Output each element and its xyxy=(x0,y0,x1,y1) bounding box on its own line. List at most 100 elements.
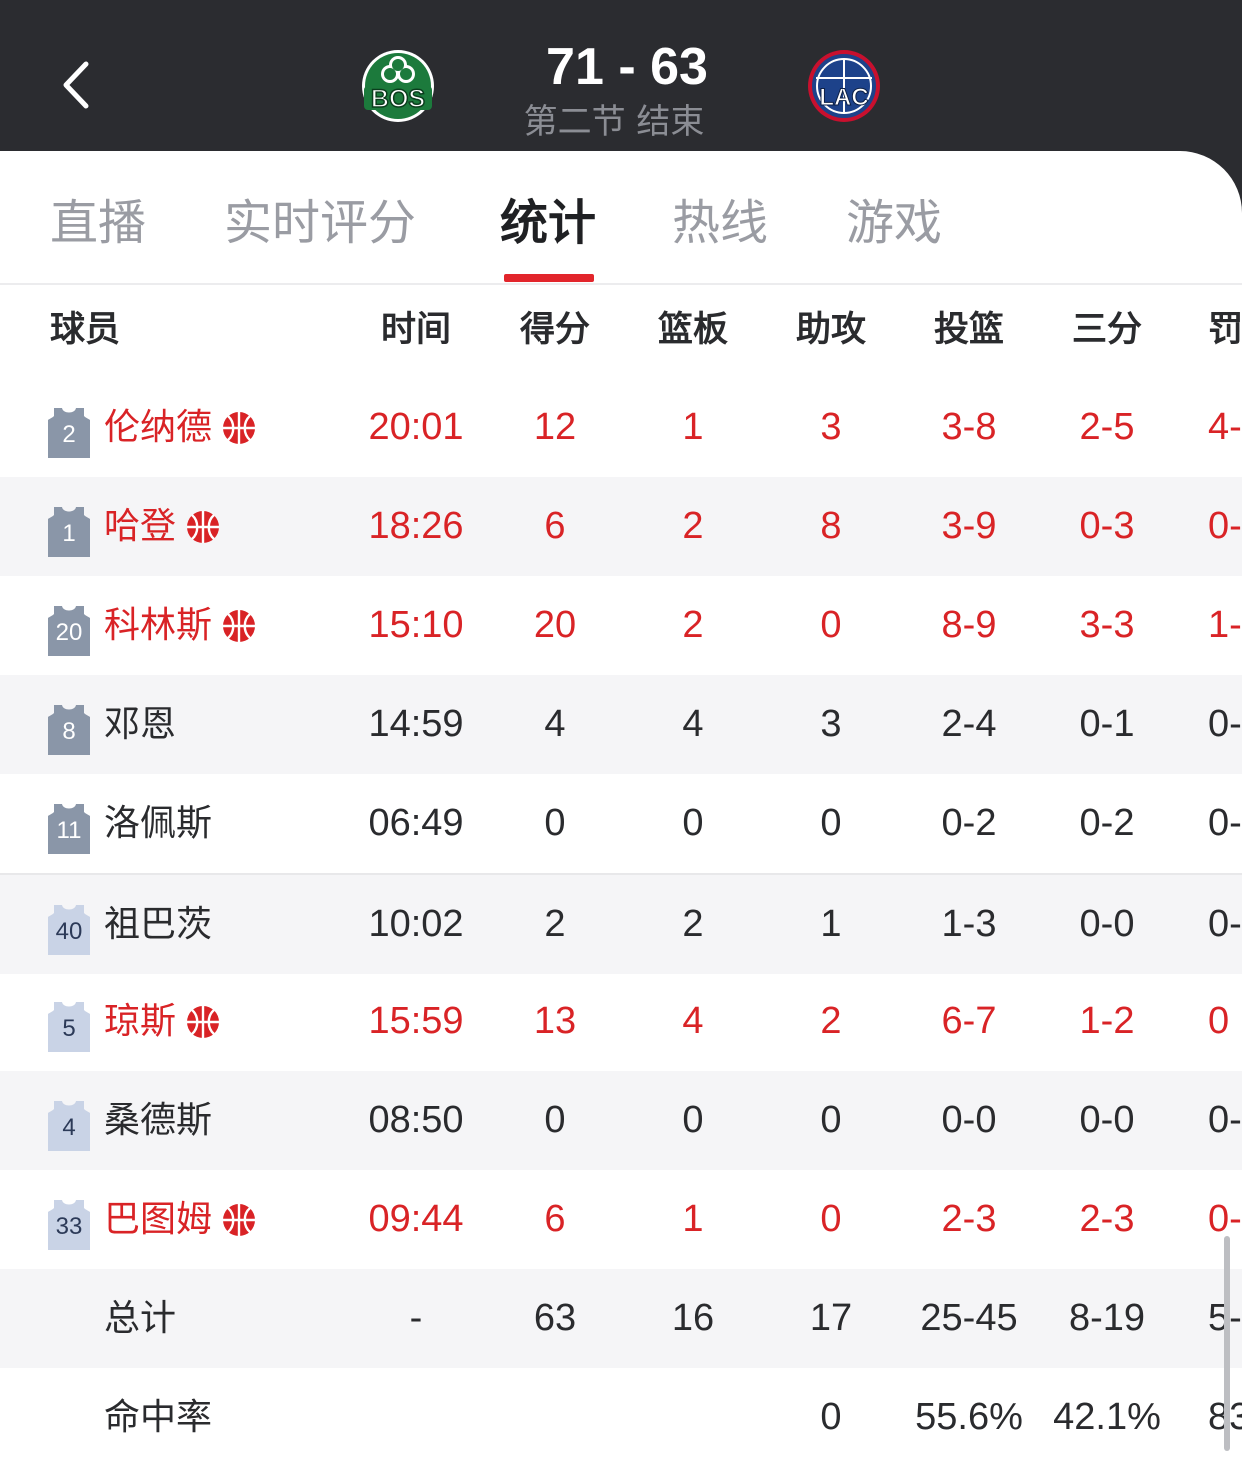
column-header-assists[interactable]: 助攻 xyxy=(761,300,901,360)
jersey-number-badge: 40 xyxy=(48,903,90,955)
table-row[interactable]: 4 桑德斯 08:50 0 0 0 0-0 0-0 0- xyxy=(0,1071,1242,1170)
cell-rebounds: 0 xyxy=(682,802,704,844)
player-name[interactable]: 伦纳德 xyxy=(104,378,212,477)
cell-free-throws: 0- xyxy=(1208,802,1242,844)
cell-assists: 0 xyxy=(820,1099,842,1141)
cell-points: 12 xyxy=(533,406,577,448)
jersey-number-badge: 2 xyxy=(48,406,90,458)
jersey-number-badge: 5 xyxy=(48,1000,90,1052)
cell-field-goals: 0-0 xyxy=(941,1099,997,1141)
lac-logo-text: LAC xyxy=(819,84,868,111)
cell-three-pointers: 3-3 xyxy=(1079,604,1135,646)
lac-logo[interactable]: LAC xyxy=(806,48,882,124)
bos-logo[interactable]: BOS xyxy=(360,48,436,124)
cell-rebounds: 1 xyxy=(682,406,704,448)
cell-free-throws: 4- xyxy=(1208,406,1242,448)
cell-three-pointers: 0-3 xyxy=(1079,505,1135,547)
player-name[interactable]: 哈登 xyxy=(104,477,176,576)
cell-field-goals: 8-9 xyxy=(941,604,997,646)
player-name[interactable]: 洛佩斯 xyxy=(104,774,212,873)
column-header-field-goals[interactable]: 投篮 xyxy=(899,300,1039,360)
totals-row: 总计-63161725-458-195- xyxy=(0,1269,1242,1368)
cell-rebounds: 4 xyxy=(682,1000,704,1042)
jersey-number-badge: 4 xyxy=(48,1099,90,1151)
cell-three-pointers: 0-0 xyxy=(1079,1099,1135,1141)
cell-rebounds: 1 xyxy=(682,1198,704,1240)
tab-realtime-rating[interactable]: 实时评分 xyxy=(224,190,416,256)
chevron-left-icon xyxy=(63,61,89,109)
cell-field-goals: 3-8 xyxy=(941,406,997,448)
scrollbar[interactable] xyxy=(1224,1236,1230,1451)
cell-assists: 1 xyxy=(820,903,842,945)
game-period-status: 第二节 结束 xyxy=(523,102,705,142)
jersey-number-badge: 20 xyxy=(48,604,90,656)
cell-assists: 0 xyxy=(820,604,842,646)
cell-points: 6 xyxy=(544,1198,566,1240)
jersey-number-badge: 11 xyxy=(48,802,90,854)
cell-points: 0 xyxy=(544,1099,566,1141)
cell-minutes: 06:49 xyxy=(368,802,464,844)
cell-minutes: 10:02 xyxy=(368,903,464,945)
back-button[interactable] xyxy=(52,50,102,120)
cell-points: 6 xyxy=(544,505,566,547)
basketball-icon xyxy=(222,1203,256,1237)
jersey-number-badge: 33 xyxy=(48,1198,90,1250)
tab-live[interactable]: 直播 xyxy=(50,190,146,256)
player-name[interactable]: 科林斯 xyxy=(104,576,212,675)
cell-field-goals: 1-3 xyxy=(941,903,997,945)
cell-free-throws: 0 xyxy=(1208,1000,1230,1042)
totals-label: 总计 xyxy=(104,1298,177,1339)
cell-three-pointers: 2-5 xyxy=(1079,406,1135,448)
cell-minutes: 09:44 xyxy=(368,1198,464,1240)
jersey-number: 4 xyxy=(62,1114,76,1141)
cell-points: 4 xyxy=(544,703,566,745)
active-tab-indicator xyxy=(504,274,594,282)
cell-assists: 0 xyxy=(820,1396,842,1438)
tab-stats[interactable]: 统计 xyxy=(500,190,596,256)
cell-points: 20 xyxy=(533,604,577,646)
cell-assists: 3 xyxy=(820,406,842,448)
basketball-icon xyxy=(222,609,256,643)
cell-minutes: 08:50 xyxy=(368,1099,464,1141)
column-header-points[interactable]: 得分 xyxy=(485,300,625,360)
table-row[interactable]: 5 琼斯 15:59 13 4 2 6-7 1-2 0 xyxy=(0,972,1242,1071)
cell-points: 0 xyxy=(544,802,566,844)
column-header-minutes[interactable]: 时间 xyxy=(346,300,486,360)
cell-three-pointers: 2-3 xyxy=(1079,1198,1135,1240)
basketball-icon xyxy=(186,510,220,544)
player-name[interactable]: 祖巴茨 xyxy=(104,875,212,974)
cell-field-goals: 55.6% xyxy=(915,1396,1023,1438)
jersey-number: 20 xyxy=(55,619,83,646)
player-name[interactable]: 邓恩 xyxy=(104,675,176,774)
column-header-rebounds[interactable]: 篮板 xyxy=(623,300,763,360)
table-row[interactable]: 11 洛佩斯 06:49 0 0 0 0-2 0-2 0- xyxy=(0,774,1242,873)
column-header-three-pointers[interactable]: 三分 xyxy=(1037,300,1177,360)
tab-bar: 直播 实时评分 统计 热线 游戏 xyxy=(0,190,1242,282)
cell-minutes: 20:01 xyxy=(368,406,464,448)
cell-assists: 3 xyxy=(820,703,842,745)
cell-rebounds: 16 xyxy=(671,1297,715,1339)
table-row[interactable]: 20 科林斯 15:10 20 2 0 8-9 3-3 1- xyxy=(0,576,1242,675)
percentage-row: 命中率055.6%42.1%83. xyxy=(0,1368,1242,1467)
cell-rebounds: 2 xyxy=(682,604,704,646)
table-row[interactable]: 2 伦纳德 20:01 12 1 3 3-8 2-5 4- xyxy=(0,378,1242,477)
player-name[interactable]: 桑德斯 xyxy=(104,1071,212,1170)
cell-rebounds xyxy=(623,1368,763,1467)
player-name[interactable]: 巴图姆 xyxy=(104,1170,212,1269)
cell-points xyxy=(485,1368,625,1467)
cell-field-goals: 2-4 xyxy=(941,703,997,745)
cell-points: 13 xyxy=(533,1000,577,1042)
tab-hotline[interactable]: 热线 xyxy=(672,190,768,256)
cell-assists: 0 xyxy=(820,1198,842,1240)
tab-games[interactable]: 游戏 xyxy=(846,190,942,256)
column-header-free-throws[interactable]: 罚 xyxy=(1208,300,1242,360)
column-header-player: 球员 xyxy=(50,310,121,350)
table-row[interactable]: 40 祖巴茨 10:02 2 2 1 1-3 0-0 0- xyxy=(0,873,1242,974)
cell-minutes xyxy=(346,1368,486,1467)
table-row[interactable]: 33 巴图姆 09:44 6 1 0 2-3 2-3 0- xyxy=(0,1170,1242,1269)
player-name[interactable]: 琼斯 xyxy=(104,972,176,1071)
table-row[interactable]: 8 邓恩 14:59 4 4 3 2-4 0-1 0- xyxy=(0,675,1242,774)
cell-rebounds: 4 xyxy=(682,703,704,745)
table-row[interactable]: 1 哈登 18:26 6 2 8 3-9 0-3 0- xyxy=(0,477,1242,576)
cell-three-pointers: 0-2 xyxy=(1079,802,1135,844)
